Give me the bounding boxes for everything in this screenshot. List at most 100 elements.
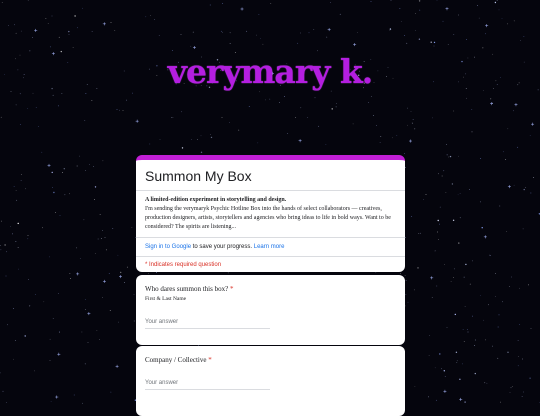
star (14, 24, 15, 25)
star (18, 269, 19, 270)
form-description-body: I'm sending the verymaryk Psychic Hotlin… (145, 206, 391, 230)
star (95, 253, 96, 254)
star (134, 294, 135, 295)
sparkle-star (443, 390, 446, 393)
star (414, 290, 415, 291)
star (98, 239, 99, 240)
sparkle-star (299, 139, 302, 142)
star (150, 15, 151, 16)
brand-logo: verymary k. (0, 52, 540, 91)
form-header-card: Summon My Box A limited-edition experime… (136, 155, 405, 272)
star (15, 340, 16, 341)
star (419, 39, 420, 40)
sparkle-star (430, 276, 433, 279)
question-title: Company / Collective * (145, 356, 396, 364)
star (30, 305, 31, 306)
star (455, 314, 456, 315)
star (492, 346, 493, 347)
star (59, 37, 60, 38)
required-note: * Indicates required question (136, 257, 405, 268)
star (495, 296, 496, 297)
star (263, 44, 264, 45)
star (480, 295, 481, 296)
star (74, 15, 75, 16)
star (404, 153, 405, 154)
star (132, 227, 133, 228)
star (450, 156, 451, 157)
star (503, 151, 504, 152)
question-title: Who dares summon this box? * (145, 285, 396, 293)
star (201, 135, 202, 136)
star (20, 124, 21, 125)
star (429, 355, 430, 356)
question-card-name: Who dares summon this box? * First & Las… (136, 275, 405, 345)
star (456, 362, 457, 363)
star (118, 322, 119, 323)
star (513, 110, 514, 111)
star (418, 233, 419, 234)
star (221, 31, 222, 32)
star (228, 273, 229, 274)
star (518, 356, 519, 357)
signin-link[interactable]: Sign in to Google (145, 244, 191, 250)
star (446, 192, 447, 193)
star (313, 29, 314, 30)
star (102, 297, 103, 298)
name-answer-input[interactable]: Your answer (145, 316, 270, 329)
star (353, 124, 354, 125)
star (65, 194, 66, 195)
star (21, 174, 22, 175)
star (79, 156, 80, 157)
star (191, 139, 192, 140)
star (259, 91, 260, 92)
question-card-company: Company / Collective * Your answer (136, 346, 405, 416)
star (380, 136, 381, 137)
star (238, 130, 239, 131)
star (520, 40, 521, 41)
star (447, 155, 448, 156)
star (471, 109, 472, 110)
star (21, 180, 22, 181)
star (453, 111, 454, 112)
star (119, 110, 120, 111)
star (13, 308, 14, 309)
star (28, 279, 29, 280)
star (500, 402, 501, 403)
star (50, 47, 51, 48)
star (472, 132, 473, 133)
star (132, 93, 133, 94)
star (519, 288, 520, 289)
star (181, 111, 182, 112)
star (490, 99, 491, 100)
star (246, 31, 247, 32)
star (62, 93, 63, 94)
form-description: A limited-edition experiment in storytel… (145, 196, 396, 232)
star (483, 320, 484, 321)
star (84, 219, 85, 220)
star (35, 294, 36, 295)
star (495, 2, 496, 3)
star (514, 185, 515, 186)
star (408, 302, 409, 303)
star (265, 100, 266, 101)
star (458, 156, 459, 157)
star (445, 376, 446, 377)
star (505, 159, 506, 160)
sparkle-star (485, 24, 488, 27)
star (466, 98, 467, 99)
star (371, 1, 372, 2)
star (110, 310, 111, 311)
star (405, 237, 406, 238)
company-answer-input[interactable]: Your answer (145, 377, 270, 390)
star (485, 340, 486, 341)
star (52, 187, 53, 188)
required-asterisk: * (208, 356, 212, 364)
star (460, 217, 461, 218)
star (1, 249, 2, 250)
signin-row: Sign in to Google to save your progress.… (136, 238, 405, 251)
star (404, 35, 405, 36)
learn-more-link[interactable]: Learn more (254, 244, 285, 250)
star (443, 170, 444, 171)
star (475, 340, 476, 341)
signin-text: to save your progress. (191, 244, 254, 250)
